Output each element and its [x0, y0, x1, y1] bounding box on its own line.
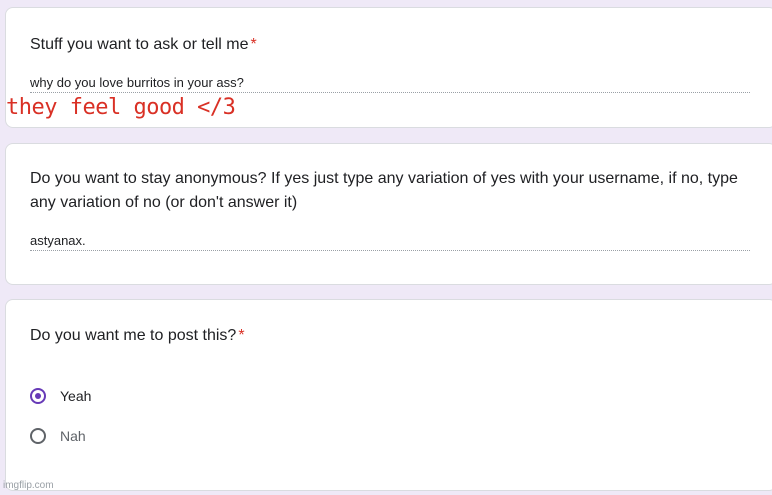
radio-unchecked-icon[interactable]: [30, 428, 46, 444]
answer-underline: [30, 250, 750, 251]
question-title: Do you want me to post this? *: [30, 324, 245, 348]
radio-label: Yeah: [60, 388, 92, 404]
question-card-anonymous: Do you want to stay anonymous? If yes ju…: [5, 143, 772, 285]
answer-text-field[interactable]: astyanax.: [30, 233, 86, 248]
question-title-text: Do you want me to post this?: [30, 327, 237, 344]
answer-underline: [30, 92, 750, 93]
radio-label: Nah: [60, 428, 86, 444]
question-title-line-2: any variation of no (or don't answer it): [30, 194, 298, 211]
required-asterisk: *: [250, 36, 257, 53]
required-asterisk: *: [238, 327, 245, 344]
question-title-line-1: Do you want to stay anonymous? If yes ju…: [30, 170, 738, 187]
watermark: imgflip.com: [3, 480, 54, 491]
radio-option-nah[interactable]: Nah: [30, 428, 86, 444]
radio-checked-icon[interactable]: [30, 388, 46, 404]
question-title-text: Stuff you want to ask or tell me: [30, 36, 249, 53]
handwritten-overlay-text: they feel good </3: [6, 95, 236, 120]
question-card-post: Do you want me to post this? * Yeah Nah: [5, 299, 772, 491]
question-title: Stuff you want to ask or tell me *: [30, 33, 257, 57]
question-title: Do you want to stay anonymous? If yes ju…: [30, 167, 738, 215]
answer-text-field[interactable]: why do you love burritos in your ass?: [30, 75, 244, 90]
radio-option-yeah[interactable]: Yeah: [30, 388, 91, 404]
